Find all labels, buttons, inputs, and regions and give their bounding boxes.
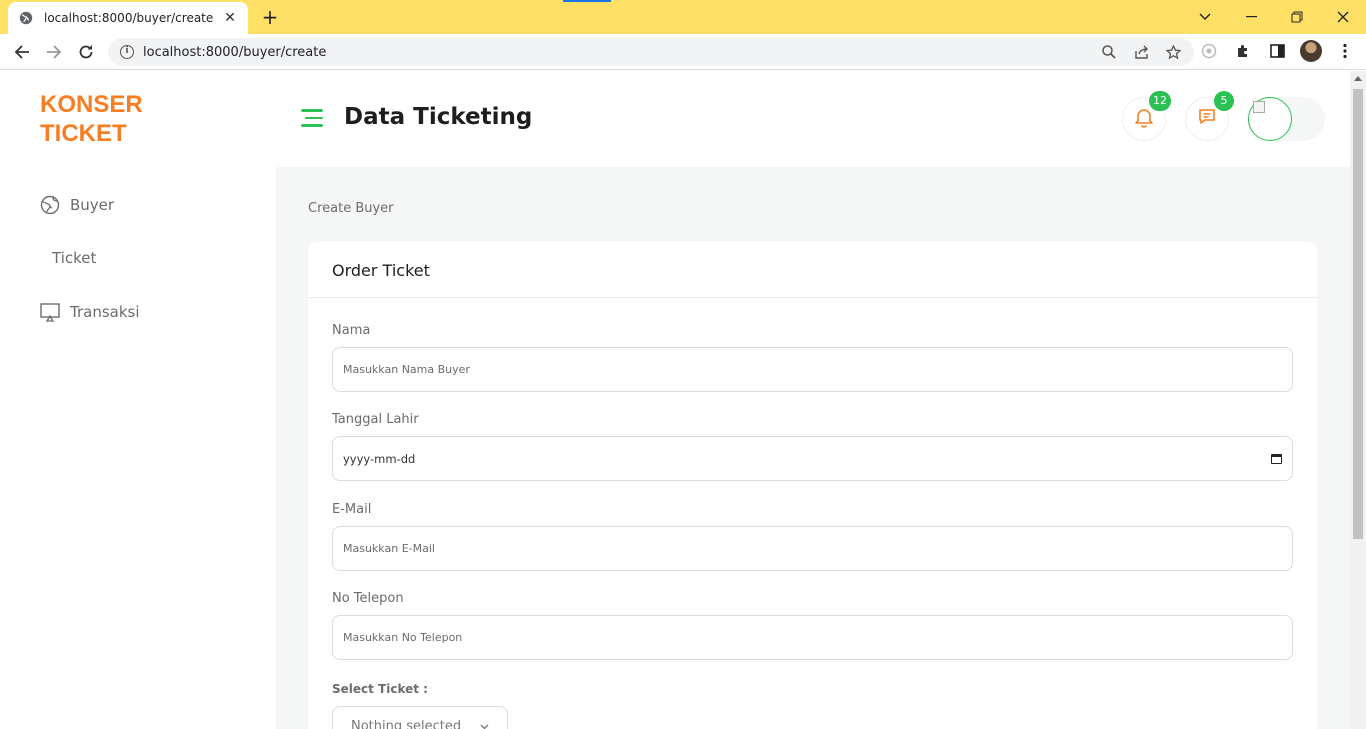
brand-logo[interactable]: KONSER TICKET [40, 90, 143, 148]
brand-line-2: TICKET [40, 120, 127, 147]
url-text: localhost:8000/buyer/create [143, 44, 327, 60]
messages-button[interactable]: 5 [1185, 91, 1234, 141]
tab-strip-accent [563, 0, 611, 2]
globe-icon [40, 195, 60, 215]
user-profile-button[interactable] [1247, 97, 1325, 141]
sidebar-item-label: Transaksi [70, 303, 140, 321]
nama-label: Nama [332, 323, 371, 338]
date-placeholder: yyyy-mm-dd [343, 451, 416, 466]
bookmark-star-icon[interactable] [1164, 43, 1182, 61]
close-window-icon[interactable] [1320, 0, 1366, 34]
chat-icon [1197, 107, 1217, 131]
monitor-icon [40, 302, 60, 322]
nama-input[interactable]: Masukkan Nama Buyer [332, 347, 1293, 392]
globe-favicon-icon [18, 10, 34, 26]
new-tab-button[interactable]: + [258, 6, 282, 30]
chevron-down-icon [480, 719, 489, 729]
nama-field-group: Nama Masukkan Nama Buyer [332, 323, 1293, 392]
back-icon[interactable] [10, 40, 34, 64]
menu-kebab-icon[interactable] [1334, 40, 1356, 62]
browser-toolbar: i localhost:8000/buyer/create [0, 34, 1366, 70]
tanggal-label: Tanggal Lahir [332, 412, 419, 427]
email-field-group: E-Mail Masukkan E-Mail [332, 502, 1293, 571]
sidebar-item-transaksi[interactable]: Transaksi [40, 302, 140, 322]
telepon-field-group: No Telepon Masukkan No Telepon [332, 591, 1293, 660]
address-bar[interactable]: i localhost:8000/buyer/create [108, 38, 1194, 66]
close-tab-icon[interactable]: ✕ [222, 10, 238, 26]
forward-icon[interactable] [42, 40, 66, 64]
browser-tab-bar: localhost:8000/buyer/create ✕ + [0, 0, 1366, 34]
user-avatar [1248, 97, 1292, 141]
sidebar-item-ticket[interactable]: Ticket [52, 249, 96, 267]
restore-icon[interactable] [1274, 0, 1320, 34]
calendar-icon[interactable] [1271, 453, 1282, 464]
sidebar-item-label: Buyer [70, 196, 115, 214]
notifications-button[interactable]: 12 [1122, 91, 1171, 141]
sidebar-item-buyer[interactable]: Buyer [40, 195, 114, 215]
select-value: Nothing selected [351, 718, 462, 729]
side-panel-icon[interactable] [1266, 40, 1288, 62]
breadcrumb: Create Buyer [308, 201, 394, 216]
telepon-label: No Telepon [332, 591, 404, 606]
order-ticket-card: Order Ticket Nama Masukkan Nama Buyer Ta… [308, 242, 1317, 729]
notifications-badge: 12 [1149, 91, 1171, 111]
extension-icon[interactable] [1198, 40, 1220, 62]
scroll-up-arrow-icon[interactable] [1354, 76, 1362, 81]
select-ticket-dropdown[interactable]: Nothing selected [332, 706, 508, 729]
email-label: E-Mail [332, 502, 372, 517]
tanggal-lahir-input[interactable]: yyyy-mm-dd [332, 436, 1293, 481]
minimize-icon[interactable] [1228, 0, 1274, 34]
window-controls [1182, 0, 1366, 34]
card-title: Order Ticket [308, 242, 1317, 298]
select-ticket-label: Select Ticket : [332, 682, 428, 696]
broken-image-icon [1253, 101, 1265, 113]
page-title: Data Ticketing [344, 104, 533, 130]
profile-avatar[interactable] [1300, 40, 1322, 62]
tab-title: localhost:8000/buyer/create [44, 11, 214, 25]
tab-search-icon[interactable] [1182, 0, 1228, 34]
hamburger-menu-icon[interactable] [301, 109, 323, 127]
reload-icon[interactable] [74, 40, 98, 64]
site-info-icon[interactable]: i [120, 45, 134, 59]
scrollbar-thumb[interactable] [1353, 89, 1363, 539]
email-input[interactable]: Masukkan E-Mail [332, 526, 1293, 571]
zoom-icon[interactable] [1100, 43, 1118, 61]
browser-tab[interactable]: localhost:8000/buyer/create ✕ [8, 2, 248, 34]
page-scrollbar[interactable] [1350, 71, 1366, 729]
puzzle-extensions-icon[interactable] [1232, 40, 1254, 62]
messages-badge: 5 [1214, 91, 1234, 111]
page: KONSER TICKET Data Ticketing 12 5 Buyer … [0, 71, 1350, 729]
telepon-input[interactable]: Masukkan No Telepon [332, 615, 1293, 660]
share-icon[interactable] [1132, 43, 1150, 61]
brand-line-1: KONSER [40, 91, 143, 118]
bell-icon [1133, 106, 1155, 132]
sidebar-item-label: Ticket [52, 249, 97, 267]
tanggal-field-group: Tanggal Lahir yyyy-mm-dd [332, 412, 1293, 481]
